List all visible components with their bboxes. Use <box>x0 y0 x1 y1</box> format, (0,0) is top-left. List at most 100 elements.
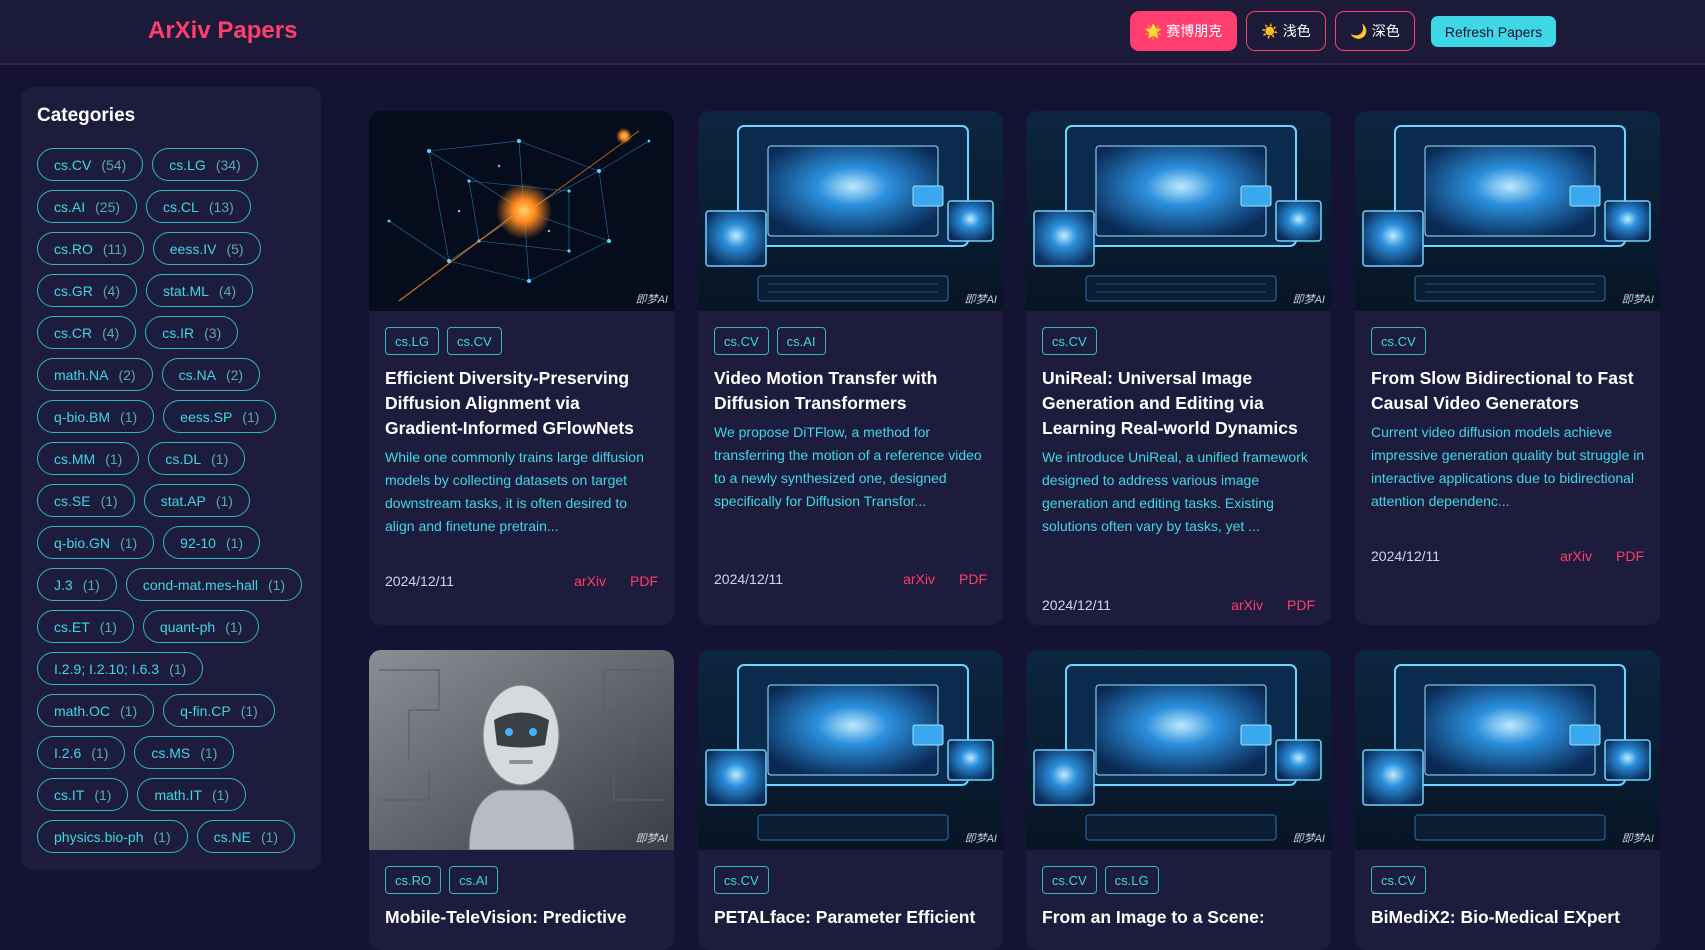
paper-card[interactable]: 即梦AI cs.CV cs.LG From an Image to a Scen… <box>1026 650 1331 950</box>
paper-title[interactable]: PETALface: Parameter Efficient <box>714 905 989 930</box>
category-count: (34) <box>215 156 241 173</box>
paper-tag[interactable]: cs.CV <box>446 327 502 355</box>
category-list: cs.CV (54) cs.LG (34) cs.AI (25) cs.CL (13) cs.R… <box>37 148 317 853</box>
category-tag[interactable]: cs.CL (13) <box>146 190 251 223</box>
pdf-link[interactable]: PDF <box>630 573 658 589</box>
category-name: cs.IR <box>162 324 195 341</box>
paper-tag[interactable]: cs.LG <box>385 327 439 355</box>
paper-card[interactable]: 即梦AI cs.LG cs.CV Efficient Diversity-Pre… <box>369 111 674 625</box>
category-tag[interactable]: 92-10 (1) <box>163 526 261 559</box>
category-count: (1) <box>242 408 260 425</box>
category-name: cs.CR <box>54 324 93 341</box>
category-tag[interactable]: cond-mat.mes-hall (1) <box>125 568 303 601</box>
theme-label: 深色 <box>1371 23 1400 39</box>
arxiv-link[interactable]: arXiv <box>574 573 606 589</box>
category-count: (1) <box>91 744 109 761</box>
category-tag[interactable]: cs.SE (1) <box>37 484 135 517</box>
category-tag[interactable]: cs.IT (1) <box>37 778 129 811</box>
thumbnail-watermark: 即梦AI <box>964 294 997 306</box>
paper-title[interactable]: BiMediX2: Bio-Medical EXpert <box>1371 905 1646 930</box>
paper-title[interactable]: Video Motion Transfer with Diffusion Tra… <box>714 366 989 416</box>
paper-title[interactable]: From an Image to a Scene: <box>1042 905 1317 930</box>
arxiv-link[interactable]: arXiv <box>903 571 935 587</box>
category-count: (1) <box>215 492 233 509</box>
category-name: stat.ML <box>163 282 209 299</box>
theme-light-button[interactable]: ☀️ 浅色 <box>1246 11 1326 51</box>
category-count: (1) <box>94 786 112 803</box>
category-tag[interactable]: math.OC (1) <box>37 694 155 727</box>
paper-footer: 2024/12/11 arXiv PDF <box>714 569 987 589</box>
paper-tag[interactable]: cs.LG <box>1104 866 1159 894</box>
paper-card[interactable]: 即梦AI cs.CV UniReal: Universal Image Gene… <box>1026 111 1331 625</box>
paper-abstract: While one commonly trains large diffusio… <box>385 449 644 534</box>
category-tag[interactable]: cs.IR (3) <box>145 316 239 349</box>
paper-card[interactable]: 即梦AI cs.CV BiMediX2: Bio-Medical EXpert <box>1355 650 1660 950</box>
paper-card[interactable]: 即梦AI cs.CV From Slow Bidirectional to Fa… <box>1355 111 1660 625</box>
paper-title[interactable]: UniReal: Universal Image Generation and … <box>1042 366 1317 441</box>
paper-title[interactable]: From Slow Bidirectional to Fast Causal V… <box>1371 366 1646 416</box>
paper-card[interactable]: 即梦AI cs.CV PETALface: Parameter Efficien… <box>698 650 1003 950</box>
paper-date: 2024/12/11 <box>385 573 455 589</box>
category-name: cs.RO <box>54 240 93 257</box>
paper-title[interactable]: Mobile-TeleVision: Predictive <box>385 905 660 930</box>
category-tag[interactable]: q-fin.CP (1) <box>163 694 275 727</box>
category-name: cs.IT <box>54 786 85 803</box>
category-tag[interactable]: physics.bio-ph (1) <box>37 820 188 853</box>
category-tag[interactable]: cs.GR (4) <box>37 274 138 307</box>
pdf-link[interactable]: PDF <box>1287 597 1315 613</box>
paper-tag[interactable]: cs.CV <box>714 327 769 355</box>
category-tag[interactable]: cs.CR (4) <box>37 316 137 349</box>
paper-card[interactable]: 即梦AI cs.RO cs.AI Mobile-TeleVision: Pred… <box>369 650 674 950</box>
pdf-link[interactable]: PDF <box>959 571 987 587</box>
category-tag[interactable]: math.IT (1) <box>137 778 247 811</box>
category-tag[interactable]: quant-ph (1) <box>142 610 260 643</box>
theme-dark-button[interactable]: 🌙 深色 <box>1335 11 1415 51</box>
category-tag[interactable]: math.NA (2) <box>37 358 153 391</box>
category-tag[interactable]: eess.IV (5) <box>152 232 261 265</box>
pdf-link[interactable]: PDF <box>1616 548 1644 564</box>
category-tag[interactable]: J.3 (1) <box>37 568 117 601</box>
brand-title[interactable]: ArXiv Papers <box>148 17 297 45</box>
category-tag[interactable]: cs.AI (25) <box>37 190 138 223</box>
category-tag[interactable]: q-bio.BM (1) <box>37 400 155 433</box>
category-tag[interactable]: q-bio.GN (1) <box>37 526 155 559</box>
category-tag[interactable]: I.2.6 (1) <box>37 736 126 769</box>
arxiv-link[interactable]: arXiv <box>1231 597 1263 613</box>
category-count: (3) <box>204 324 222 341</box>
paper-tag[interactable]: cs.CV <box>1371 327 1426 355</box>
paper-tag[interactable]: cs.CV <box>1042 866 1097 894</box>
paper-thumbnail: 即梦AI <box>1355 650 1660 850</box>
category-tag[interactable]: I.2.9; I.2.10; I.6.3 (1) <box>37 652 204 685</box>
paper-footer: 2024/12/11 arXiv PDF <box>385 571 658 591</box>
category-tag[interactable]: cs.RO (11) <box>37 232 144 265</box>
arxiv-link[interactable]: arXiv <box>1560 548 1592 564</box>
refresh-papers-button[interactable]: Refresh Papers <box>1431 16 1556 47</box>
paper-card[interactable]: 即梦AI cs.CV cs.AI Video Motion Transfer w… <box>698 111 1003 625</box>
category-name: math.IT <box>154 786 202 803</box>
paper-title[interactable]: Efficient Diversity-Preserving Diffusion… <box>385 366 660 441</box>
paper-tag[interactable]: cs.RO <box>385 866 442 894</box>
paper-tag[interactable]: cs.CV <box>1371 866 1426 894</box>
category-count: (4) <box>218 282 237 299</box>
category-tag[interactable]: cs.MS (1) <box>134 736 235 769</box>
paper-tag[interactable]: cs.CV <box>1042 327 1097 355</box>
paper-tag[interactable]: cs.AI <box>449 866 499 894</box>
category-tag[interactable]: stat.ML (4) <box>146 274 254 307</box>
category-tag[interactable]: cs.CV (54) <box>37 148 144 181</box>
category-tag[interactable]: cs.ET (1) <box>37 610 134 643</box>
paper-tag[interactable]: cs.AI <box>776 327 826 355</box>
paper-thumbnail: 即梦AI <box>698 650 1003 850</box>
category-tag[interactable]: cs.LG (34) <box>152 148 258 181</box>
theme-cyberpunk-button[interactable]: 🌟 赛博朋克 <box>1130 11 1237 51</box>
paper-tag[interactable]: cs.CV <box>714 866 769 894</box>
category-tag[interactable]: cs.NE (1) <box>196 820 296 853</box>
category-tag[interactable]: cs.DL (1) <box>148 442 246 475</box>
category-tag[interactable]: stat.AP (1) <box>143 484 250 517</box>
paper-abstract: We introduce UniReal, a unified framewor… <box>1042 449 1308 534</box>
category-tag[interactable]: cs.MM (1) <box>37 442 140 475</box>
category-tag[interactable]: eess.SP (1) <box>163 400 277 433</box>
paper-tags: cs.CV <box>1371 866 1426 894</box>
category-name: cs.NE <box>213 828 251 845</box>
paper-footer: 2024/12/11 arXiv PDF <box>1371 546 1644 566</box>
category-tag[interactable]: cs.NA (2) <box>161 358 261 391</box>
